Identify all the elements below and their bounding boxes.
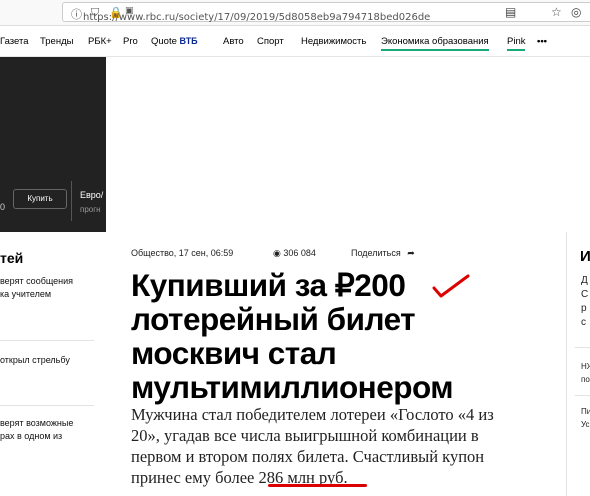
divider [0,340,94,341]
list-item[interactable]: Д С р с [581,274,588,330]
news-line: Пи [581,407,590,416]
share-label: Поделиться [351,248,401,258]
nav-realty[interactable]: Недвижимость [301,36,366,47]
news-line: р [581,303,587,314]
banner-forecast: прогн [80,205,101,214]
article-headline: Купивший за ₽200 лотерейный билет москви… [131,267,454,405]
news-line: Ус [581,420,590,429]
browser-toolbar: ⓘ ⛉ 🔒 ▣ https://www.rbc.ru/society/17/09… [0,0,590,26]
bookmark-star-icon[interactable]: ☆ [551,5,562,19]
site-nav: Газета Тренды РБК+ Pro Quote ВТБ Авто Сп… [0,27,590,57]
divider [0,405,94,406]
nav-pink[interactable]: Pink [507,36,526,51]
red-checkmark-annotation [432,274,470,298]
left-column-title: тей [0,250,24,266]
news-line: НЖ [581,362,590,371]
right-column-title: И [580,248,590,265]
list-item[interactable]: Пи Ус [581,405,590,431]
article-lead: Мужчина стал победителем лотереи «Гослот… [131,405,494,487]
share-arrow-icon: ➦ [407,249,415,259]
nav-rbc-plus[interactable]: РБК+ [88,36,112,47]
news-line: С [581,289,589,300]
view-counter: ◉ 306 084 [273,248,316,259]
nav-economy-education[interactable]: Экономика образования [381,36,489,51]
nav-auto[interactable]: Авто [223,36,244,47]
nav-quote[interactable]: Quote ВТБ [151,36,198,47]
news-line: верят сообщения [0,276,74,286]
news-line: по [581,375,590,384]
divider [575,395,590,396]
info-icon[interactable]: ⓘ [71,6,82,22]
news-line: с [581,317,586,328]
list-item[interactable]: открыл стрельбу [0,354,70,367]
vtb-logo: ВТБ [179,36,198,46]
list-item[interactable]: НЖ по [581,360,590,386]
left-news-column: тей верят сообщения ка учителем открыл с… [0,232,106,496]
pocket-icon[interactable]: ◎ [571,5,581,19]
news-line: открыл стрельбу [0,355,70,365]
nav-gazeta[interactable]: Газета [0,36,29,47]
article-meta[interactable]: Общество, 17 сен, 06:59 [131,248,233,258]
url-text[interactable]: https://www.rbc.ru/society/17/09/2019/5d… [83,12,430,23]
nav-pro[interactable]: Pro [123,36,138,47]
quote-label: Quote [151,36,177,47]
share-button[interactable]: Поделиться ➦ [351,248,415,259]
banner-value: 0 [0,202,6,212]
address-bar[interactable]: ⓘ ⛉ 🔒 ▣ https://www.rbc.ru/society/17/09… [62,2,590,23]
right-news-column: И Д С р с НЖ по Пи Ус [566,232,590,496]
red-underline-annotation [268,484,367,487]
view-count: 306 084 [283,248,316,258]
news-line: верят возможные [0,418,74,428]
nav-trends[interactable]: Тренды [40,36,73,47]
buy-button[interactable]: Купить [13,189,67,209]
banner-divider [71,181,72,221]
reader-view-icon[interactable]: ▤ [505,5,516,19]
news-line: Д [581,275,588,286]
more-menu-icon[interactable]: ••• [537,36,547,47]
list-item[interactable]: верят возможные рах в одном из [0,417,73,443]
nav-sport[interactable]: Спорт [257,36,284,47]
eye-icon: ◉ [273,249,281,259]
banner-euro[interactable]: Евро/ [80,190,103,200]
currency-banner: 0 Купить Евро/ прогн [0,57,106,232]
divider [575,347,590,348]
list-item[interactable]: верят сообщения ка учителем [0,275,73,301]
news-line: рах в одном из [0,431,63,441]
news-line: ка учителем [0,289,52,299]
